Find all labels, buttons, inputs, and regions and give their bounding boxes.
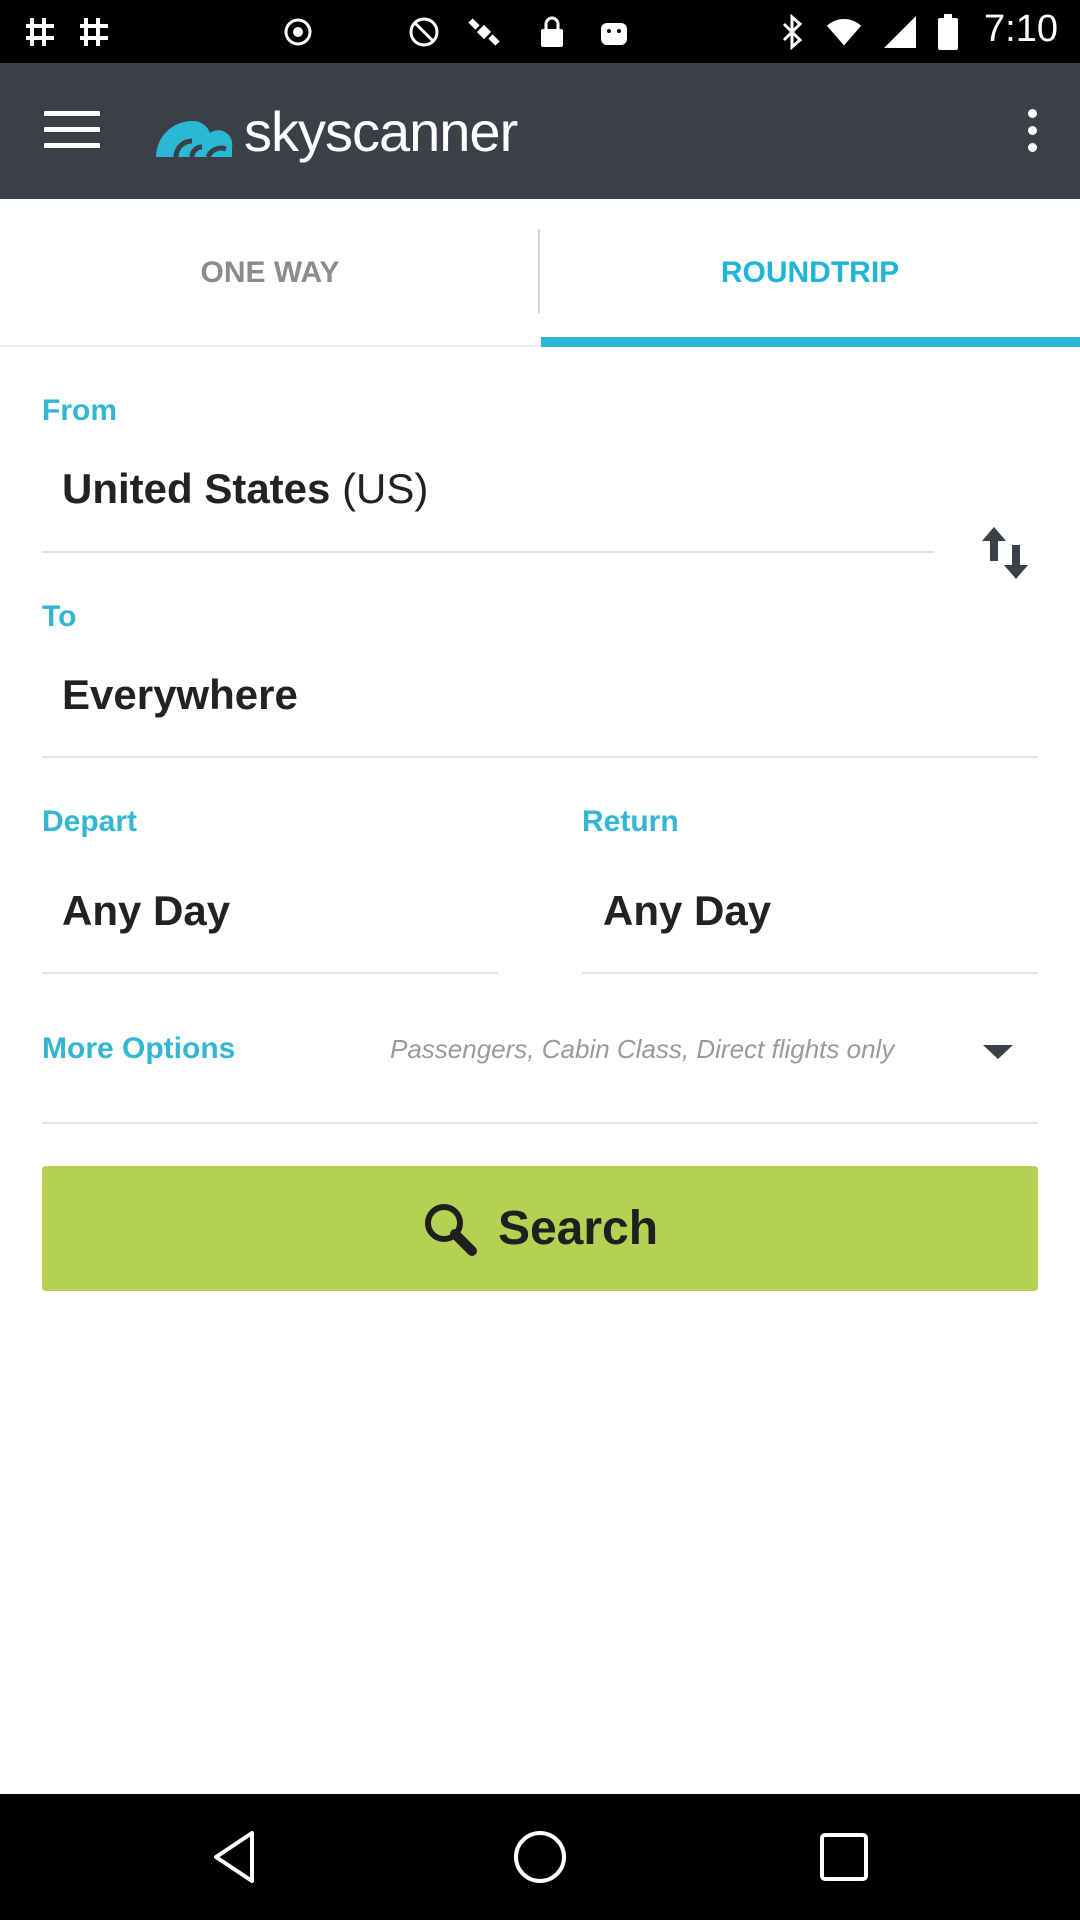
to-label: To: [42, 600, 77, 633]
from-code: (US): [342, 465, 429, 512]
hashtag-icon: [22, 14, 58, 50]
satellite-icon: [466, 14, 502, 50]
blocked-icon: [406, 14, 442, 50]
bluetooth-icon: [774, 14, 810, 50]
to-field[interactable]: Everywhere: [62, 671, 298, 719]
android-icon: [596, 14, 632, 50]
tab-one-way[interactable]: ONE WAY: [0, 199, 540, 347]
menu-icon[interactable]: [44, 111, 100, 151]
to-underline: [42, 756, 1038, 758]
more-options-hint[interactable]: Passengers, Cabin Class, Direct flights …: [390, 1034, 894, 1065]
app-bar: skyscanner: [0, 63, 1080, 199]
navigation-bar: [0, 1794, 1080, 1920]
status-time: 7:10: [984, 8, 1058, 50]
return-underline: [582, 972, 1038, 974]
recent-apps-icon[interactable]: [814, 1827, 874, 1887]
search-button[interactable]: Search: [42, 1166, 1038, 1291]
back-icon[interactable]: [206, 1827, 266, 1887]
from-field[interactable]: United States (US): [62, 465, 428, 513]
depart-underline: [42, 972, 498, 974]
hashtag-icon: [76, 14, 112, 50]
return-label: Return: [582, 805, 679, 838]
from-label: From: [42, 394, 117, 427]
chevron-down-icon[interactable]: [983, 1045, 1013, 1059]
depart-field[interactable]: Any Day: [62, 887, 230, 935]
active-tab-indicator: [541, 337, 1080, 347]
from-value: United States: [62, 465, 331, 512]
search-button-label: Search: [497, 1202, 659, 1255]
lock-icon: [534, 14, 570, 50]
home-icon[interactable]: [510, 1827, 570, 1887]
return-field[interactable]: Any Day: [603, 887, 771, 935]
logo-text: skyscanner: [244, 99, 518, 163]
depart-label: Depart: [42, 805, 138, 838]
swap-icon[interactable]: [980, 525, 1030, 581]
signal-icon: [882, 14, 918, 50]
status-bar: 7:10: [0, 0, 1080, 63]
trip-type-tabs: ONE WAY ROUNDTRIP: [0, 199, 1080, 347]
wifi-icon: [826, 14, 862, 50]
more-options-icon[interactable]: [1024, 109, 1040, 153]
from-underline: [42, 551, 934, 553]
skyscanner-logo: skyscanner: [146, 98, 518, 164]
more-options-label[interactable]: More Options: [42, 1032, 235, 1066]
tab-roundtrip[interactable]: ROUNDTRIP: [540, 199, 1080, 347]
cloud-logo-icon: [156, 120, 233, 159]
more-options-underline: [42, 1122, 1038, 1124]
search-icon: [424, 1203, 477, 1256]
record-icon: [280, 14, 316, 50]
battery-icon: [930, 14, 966, 50]
